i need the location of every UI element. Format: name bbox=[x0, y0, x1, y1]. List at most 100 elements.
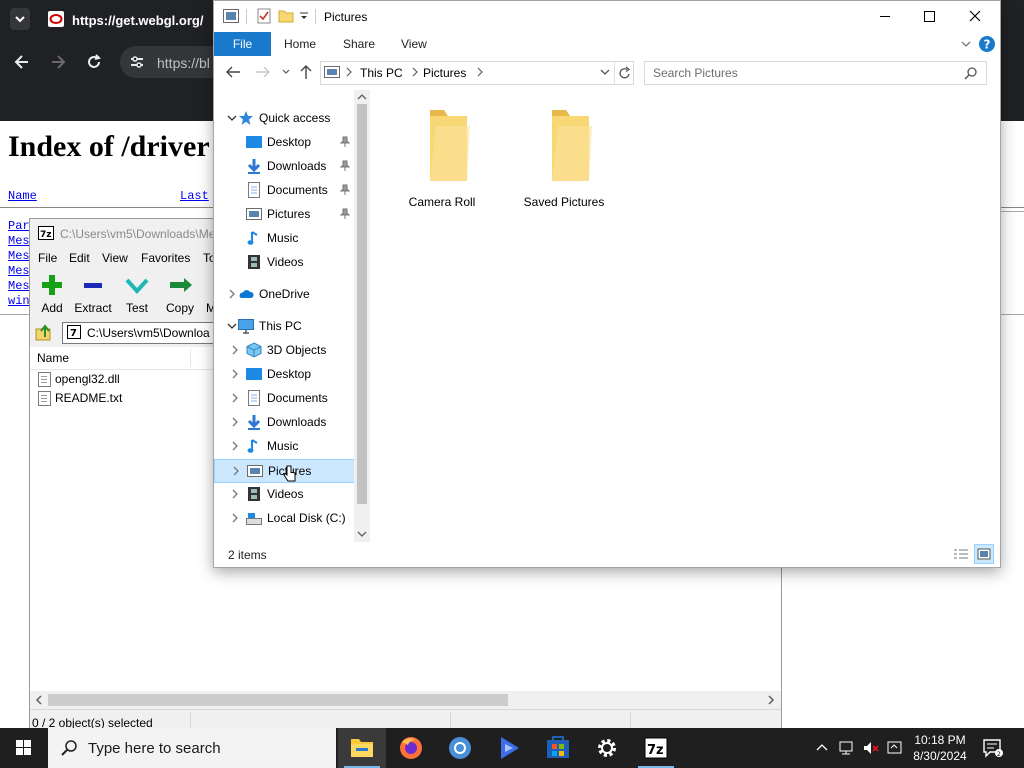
extract-button[interactable]: Extract bbox=[71, 271, 115, 317]
taskbar-file-explorer[interactable] bbox=[338, 728, 386, 768]
properties-icon[interactable] bbox=[256, 8, 272, 24]
sort-name-link[interactable]: Name bbox=[8, 189, 37, 203]
tab-home[interactable]: Home bbox=[284, 37, 316, 51]
new-folder-icon[interactable] bbox=[278, 8, 294, 24]
minimize-button[interactable] bbox=[862, 1, 908, 32]
chevron-right-icon[interactable] bbox=[229, 344, 241, 356]
breadcrumb-separator-icon[interactable] bbox=[411, 67, 419, 77]
site-info-icon[interactable] bbox=[128, 53, 146, 71]
nav-pc-music[interactable]: Music bbox=[214, 435, 354, 457]
nav-desktop[interactable]: Desktop bbox=[214, 131, 354, 153]
nav-onedrive[interactable]: OneDrive bbox=[214, 283, 354, 305]
nav-pictures-quick[interactable]: Pictures bbox=[214, 203, 354, 225]
menu-edit[interactable]: Edit bbox=[69, 251, 90, 265]
show-hidden-icons-icon[interactable] bbox=[814, 740, 830, 756]
list-item[interactable]: README.txt bbox=[38, 391, 122, 407]
clock-time[interactable]: 10:18 PM bbox=[900, 733, 980, 747]
network-icon[interactable] bbox=[838, 739, 856, 757]
back-icon[interactable] bbox=[12, 52, 32, 72]
breadcrumb-pictures[interactable]: Pictures bbox=[423, 66, 466, 80]
explorer-address-bar[interactable]: This PC Pictures bbox=[320, 61, 634, 85]
volume-muted-icon[interactable] bbox=[862, 739, 880, 757]
breadcrumb-this-pc[interactable]: This PC bbox=[360, 66, 403, 80]
listing-link[interactable]: Mes bbox=[8, 279, 30, 293]
column-divider[interactable] bbox=[190, 349, 191, 367]
chevron-right-icon[interactable] bbox=[229, 368, 241, 380]
reload-icon[interactable] bbox=[84, 52, 104, 72]
folder-item[interactable]: Camera Roll bbox=[392, 102, 492, 212]
chevron-right-icon[interactable] bbox=[226, 288, 238, 300]
nav-this-pc[interactable]: This PC bbox=[214, 315, 354, 337]
column-name-header[interactable]: Name bbox=[37, 351, 69, 365]
search-input[interactable]: Search Pictures bbox=[644, 61, 987, 85]
folder-item[interactable]: Saved Pictures bbox=[514, 102, 614, 212]
taskbar-search-input[interactable]: Type here to search bbox=[48, 728, 336, 768]
maximize-button[interactable] bbox=[906, 1, 952, 32]
address-dropdown-icon[interactable] bbox=[599, 68, 611, 78]
back-icon[interactable] bbox=[224, 64, 242, 80]
pin-icon[interactable] bbox=[340, 208, 350, 220]
navigation-scrollbar[interactable] bbox=[354, 90, 370, 542]
pin-icon[interactable] bbox=[340, 160, 350, 172]
notification-icon[interactable]: 2 bbox=[982, 738, 1004, 758]
tab-list-button[interactable] bbox=[10, 8, 30, 30]
clock-date[interactable]: 8/30/2024 bbox=[900, 749, 980, 763]
chevron-right-icon[interactable] bbox=[229, 416, 241, 428]
nav-videos[interactable]: Videos bbox=[214, 251, 354, 273]
chevron-right-icon[interactable] bbox=[229, 440, 241, 452]
menu-view[interactable]: View bbox=[102, 251, 128, 265]
taskbar-7zip[interactable]: 7z bbox=[632, 728, 680, 768]
chevron-right-icon[interactable] bbox=[229, 488, 241, 500]
listing-link[interactable]: Mes bbox=[8, 249, 30, 263]
tab-view[interactable]: View bbox=[401, 37, 427, 51]
search-icon[interactable] bbox=[964, 66, 978, 80]
breadcrumb-separator-icon[interactable] bbox=[476, 67, 484, 77]
taskbar-media-app[interactable] bbox=[485, 728, 533, 768]
nav-music[interactable]: Music bbox=[214, 227, 354, 249]
refresh-icon[interactable] bbox=[618, 65, 632, 81]
taskbar-store[interactable] bbox=[534, 728, 582, 768]
listing-link[interactable]: win bbox=[8, 294, 30, 308]
start-button[interactable] bbox=[0, 728, 48, 768]
menu-favorites[interactable]: Favorites bbox=[141, 251, 190, 265]
listing-link[interactable]: Mes bbox=[8, 234, 30, 248]
chevron-down-icon[interactable] bbox=[226, 112, 238, 124]
recent-locations-icon[interactable] bbox=[281, 67, 291, 77]
nav-pc-pictures[interactable]: Pictures bbox=[214, 459, 356, 483]
details-view-icon[interactable] bbox=[952, 546, 970, 562]
chevron-right-icon[interactable] bbox=[229, 392, 241, 404]
horizontal-scrollbar[interactable] bbox=[30, 691, 781, 709]
breadcrumb-separator-icon[interactable] bbox=[345, 67, 353, 77]
nav-documents[interactable]: Documents bbox=[214, 179, 354, 201]
forward-icon[interactable] bbox=[48, 52, 68, 72]
scroll-thumb[interactable] bbox=[48, 694, 508, 706]
scroll-right-icon[interactable] bbox=[767, 695, 775, 705]
nav-pc-videos[interactable]: Videos bbox=[214, 483, 354, 505]
qat-dropdown-icon[interactable] bbox=[299, 10, 309, 22]
scroll-down-icon[interactable] bbox=[357, 530, 367, 538]
listing-link[interactable]: Par bbox=[8, 219, 30, 233]
nav-3d-objects[interactable]: 3D Objects bbox=[214, 339, 354, 361]
chevron-down-icon[interactable] bbox=[226, 320, 238, 332]
scroll-left-icon[interactable] bbox=[35, 695, 43, 705]
chevron-right-icon[interactable] bbox=[230, 465, 242, 477]
scroll-thumb[interactable] bbox=[357, 104, 367, 504]
help-icon[interactable]: ? bbox=[978, 35, 996, 53]
browser-tab-title[interactable]: https://get.webgl.org/ bbox=[72, 13, 203, 28]
taskbar-settings[interactable] bbox=[583, 728, 631, 768]
add-button[interactable]: Add bbox=[30, 271, 74, 317]
listing-link[interactable]: Mes bbox=[8, 264, 30, 278]
test-button[interactable]: Test bbox=[115, 271, 159, 317]
explorer-titlebar[interactable]: Pictures bbox=[214, 1, 1000, 32]
nav-pc-desktop[interactable]: Desktop bbox=[214, 363, 354, 385]
large-icons-view-icon[interactable] bbox=[974, 544, 994, 564]
expand-ribbon-icon[interactable] bbox=[960, 39, 972, 49]
menu-file[interactable]: File bbox=[38, 251, 57, 265]
forward-icon[interactable] bbox=[254, 64, 272, 80]
nav-pc-documents[interactable]: Documents bbox=[214, 387, 354, 409]
tab-share[interactable]: Share bbox=[343, 37, 375, 51]
nav-downloads[interactable]: Downloads bbox=[214, 155, 354, 177]
sort-last-link[interactable]: Last bbox=[180, 189, 209, 203]
scroll-up-icon[interactable] bbox=[357, 93, 367, 101]
taskbar-chromium[interactable] bbox=[436, 728, 484, 768]
